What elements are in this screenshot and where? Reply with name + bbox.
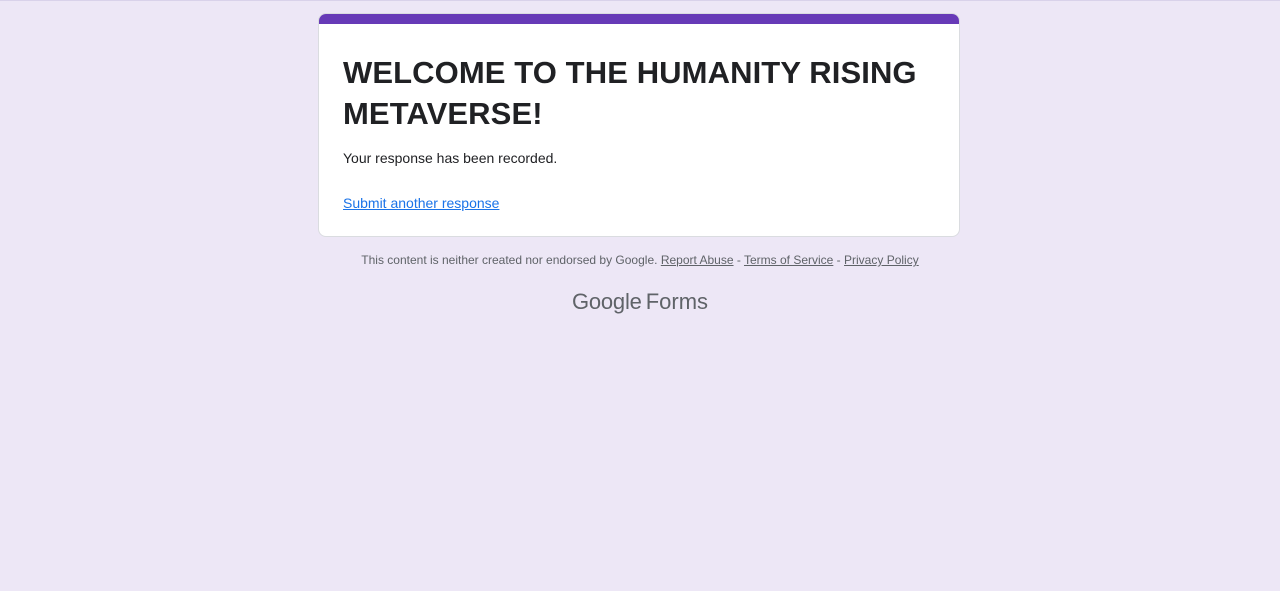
footer-separator: - [733,253,744,267]
google-wordmark: Google [571,289,642,314]
report-abuse-link[interactable]: Report Abuse [661,253,734,267]
card-accent-bar [319,14,959,24]
forms-wordmark: Forms [645,289,709,314]
submit-another-response-link[interactable]: Submit another response [343,193,499,213]
confirmation-message: Your response has been recorded. [343,150,558,166]
terms-of-service-link[interactable]: Terms of Service [744,253,833,267]
confirmation-card: WELCOME TO THE HUMANITY RISING METAVERSE… [318,13,960,237]
privacy-policy-link[interactable]: Privacy Policy [844,253,919,267]
footer-disclaimer: This content is neither created nor endo… [0,251,1280,269]
google-forms-logo[interactable]: Google Forms [0,286,1280,318]
page: WELCOME TO THE HUMANITY RISING METAVERSE… [0,0,1280,591]
form-title: WELCOME TO THE HUMANITY RISING METAVERSE… [343,55,917,131]
footer-separator: - [833,253,845,267]
disclaimer-text: This content is neither created nor endo… [361,253,658,267]
